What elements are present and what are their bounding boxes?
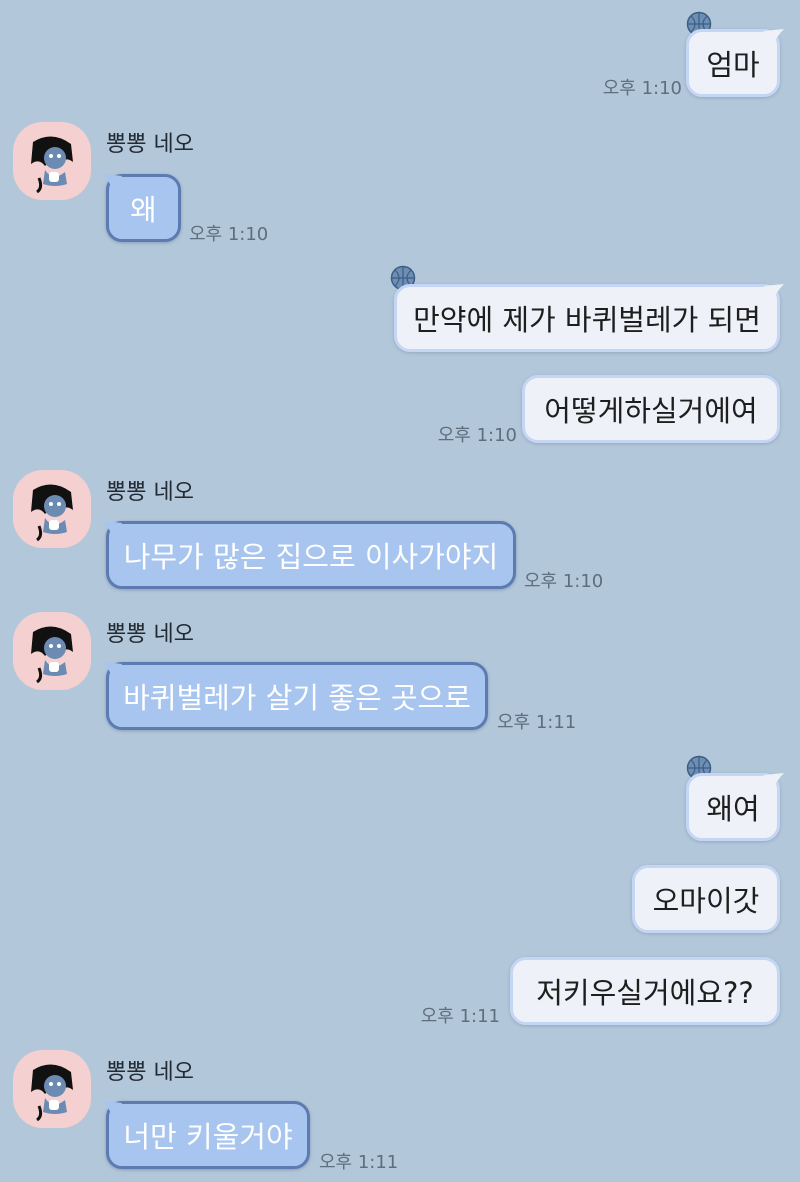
message-bubble[interactable]: 어떻게하실거에여 (522, 375, 780, 443)
message-text: 나무가 많은 집으로 이사가야지 (123, 540, 499, 574)
message-text: 저키우실거에요?? (536, 976, 754, 1010)
message-bubble[interactable]: 바퀴벌레가 살기 좋은 곳으로 (106, 662, 488, 730)
message-time: 오후 1:10 (189, 224, 269, 245)
avatar[interactable] (13, 1050, 91, 1128)
avatar[interactable] (13, 122, 91, 200)
message-bubble[interactable]: 너만 키울거야 (106, 1101, 310, 1169)
avatar[interactable] (13, 612, 91, 690)
message-bubble[interactable]: 저키우실거에요?? (510, 957, 780, 1025)
message-time: 오후 1:10 (437, 425, 517, 446)
message-text: 바퀴벌레가 살기 좋은 곳으로 (123, 681, 471, 715)
chat-area[interactable]: 엄마 오후 1:10 뽕뽕 네오 왜 오후 1:10 만약에 제가 바퀴벌레가 … (0, 0, 800, 1182)
message-time: 오후 1:10 (524, 571, 604, 592)
sender-name: 뽕뽕 네오 (106, 1060, 194, 1085)
sender-name: 뽕뽕 네오 (106, 132, 194, 157)
bubble-tail (102, 174, 122, 192)
bubble-tail (764, 284, 784, 302)
bubble-tail (764, 29, 784, 47)
message-text: 오마이갓 (652, 884, 760, 918)
neo-character-icon (13, 470, 91, 548)
message-text: 왜여 (706, 792, 760, 826)
bubble-tail (102, 1101, 122, 1119)
message-text: 엄마 (706, 48, 760, 82)
bubble-tail (102, 521, 122, 539)
message-bubble[interactable]: 만약에 제가 바퀴벌레가 되면 (394, 284, 780, 352)
neo-character-icon (13, 122, 91, 200)
message-text: 만약에 제가 바퀴벌레가 되면 (413, 303, 761, 337)
bubble-tail (764, 773, 784, 791)
neo-character-icon (13, 612, 91, 690)
message-text: 왜 (130, 193, 157, 227)
avatar[interactable] (13, 470, 91, 548)
message-bubble[interactable]: 오마이갓 (632, 865, 780, 933)
sender-name: 뽕뽕 네오 (106, 480, 194, 505)
message-text: 너만 키울거야 (123, 1120, 293, 1154)
bubble-tail (102, 662, 122, 680)
sender-name: 뽕뽕 네오 (106, 622, 194, 647)
message-text: 어떻게하실거에여 (544, 394, 758, 428)
message-time: 오후 1:11 (319, 1152, 399, 1173)
neo-character-icon (13, 1050, 91, 1128)
message-time: 오후 1:10 (602, 78, 682, 99)
message-time: 오후 1:11 (497, 712, 577, 733)
message-bubble[interactable]: 나무가 많은 집으로 이사가야지 (106, 521, 516, 589)
message-time: 오후 1:11 (420, 1006, 500, 1027)
